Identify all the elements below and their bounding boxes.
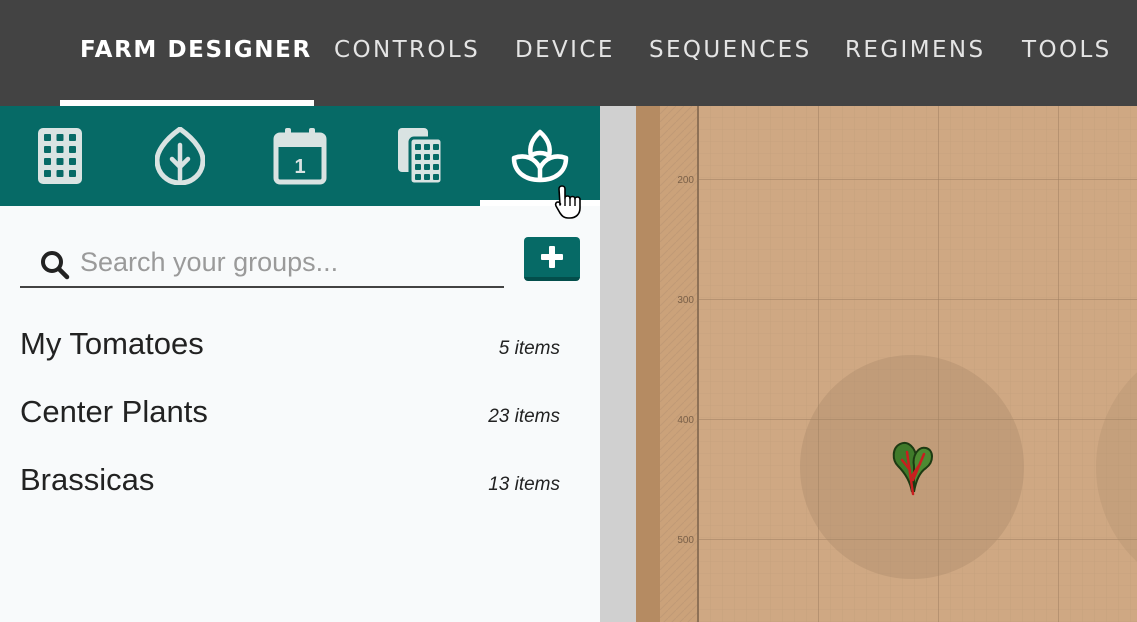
group-name: Center Plants [20, 394, 208, 430]
plant-group-icon [511, 128, 569, 184]
nav-tab-sequences[interactable]: SEQUENCES [649, 34, 812, 66]
designer-panel: 1 [0, 106, 600, 622]
group-item-count: 13 items [488, 474, 560, 496]
leaf-icon [155, 127, 205, 185]
tab-bar-bottom-edge [0, 200, 480, 206]
saved-gardens-icon [398, 128, 442, 184]
garden-map[interactable]: 200 300 400 500 [636, 106, 1137, 622]
panel-tab-map[interactable] [0, 106, 120, 206]
map-grid-icon [38, 128, 82, 184]
search-icon [40, 250, 70, 280]
bed-border [636, 106, 660, 622]
search-input[interactable] [80, 242, 500, 282]
group-item-count: 23 items [488, 406, 560, 428]
group-search-field [20, 236, 504, 288]
hand-pointer-cursor [554, 184, 584, 220]
panel-tab-farm-events[interactable]: 1 [240, 106, 360, 206]
nav-tab-controls[interactable]: CONTROLS [334, 34, 480, 66]
group-name: My Tomatoes [20, 326, 204, 362]
panel-divider [600, 106, 636, 622]
panel-tab-bar: 1 [0, 106, 600, 206]
group-name: Brassicas [20, 462, 154, 498]
garden-map-canvas: 200 300 400 500 [636, 106, 1137, 622]
group-list-item-my-tomatoes[interactable]: My Tomatoes 5 items [0, 312, 600, 380]
nav-tab-farm-designer[interactable]: FARM DESIGNER [80, 34, 312, 66]
panel-tab-plants[interactable] [120, 106, 240, 206]
nav-tab-device[interactable]: DEVICE [515, 34, 615, 66]
nav-tab-tools[interactable]: TOOLS [1022, 34, 1112, 66]
nav-tab-regimens[interactable]: REGIMENS [845, 34, 986, 66]
panel-tab-saved-gardens[interactable] [360, 106, 480, 206]
y-tick-label: 400 [677, 415, 694, 426]
calendar-day-number: 1 [294, 156, 305, 178]
group-list-item-center-plants[interactable]: Center Plants 23 items [0, 380, 600, 448]
y-tick-label: 200 [677, 175, 694, 186]
plus-icon [540, 245, 564, 269]
add-group-button[interactable] [524, 237, 580, 281]
group-list-item-brassicas[interactable]: Brassicas 13 items [0, 448, 600, 516]
top-navigation: FARM DESIGNER CONTROLS DEVICE SEQUENCES … [0, 0, 1137, 106]
y-tick-label: 300 [677, 295, 694, 306]
y-tick-label: 500 [677, 535, 694, 546]
calendar-icon: 1 [273, 127, 327, 185]
group-item-count: 5 items [499, 338, 560, 360]
